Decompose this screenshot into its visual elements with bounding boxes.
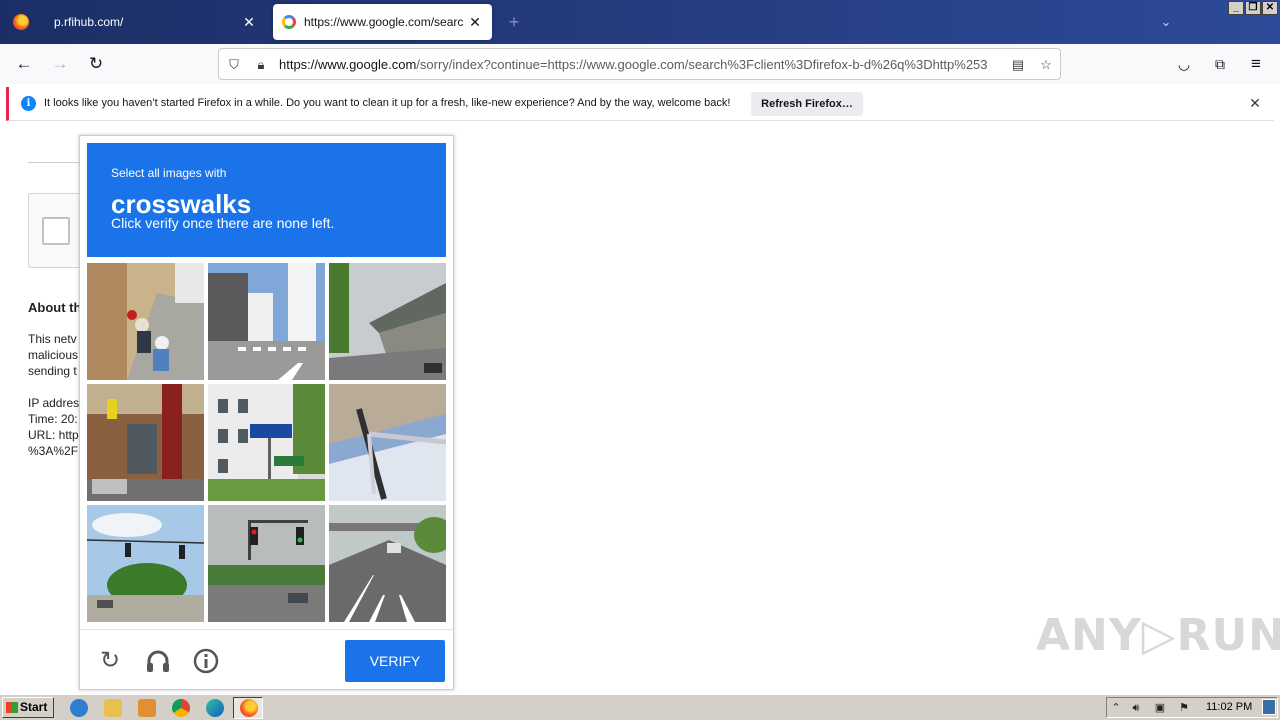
url-line-continued: %3A%2F bbox=[28, 444, 79, 458]
chrome-icon[interactable] bbox=[172, 699, 190, 717]
show-desktop-icon[interactable] bbox=[1262, 699, 1276, 715]
tab-title: https://www.google.com/search?client=fir… bbox=[304, 15, 464, 29]
image-tile-9[interactable] bbox=[329, 505, 446, 622]
list-all-tabs-icon[interactable]: ⌄ bbox=[1156, 12, 1176, 32]
instruction-subtext: Click verify once there are none left. bbox=[111, 215, 335, 231]
new-tab-icon[interactable]: + bbox=[505, 12, 523, 32]
verify-button[interactable]: VERIFY bbox=[345, 640, 445, 682]
refresh-firefox-button[interactable]: Refresh Firefox… bbox=[751, 92, 863, 116]
firefox-view-button[interactable] bbox=[0, 0, 42, 44]
image-tile-5[interactable] bbox=[208, 384, 325, 501]
edge-icon[interactable] bbox=[206, 699, 224, 717]
shield-icon[interactable]: ⛉ bbox=[225, 56, 243, 74]
folder-icon[interactable] bbox=[104, 699, 122, 717]
firefox-taskbar-button[interactable] bbox=[233, 697, 263, 719]
clock[interactable]: 11:02 PM bbox=[1206, 701, 1252, 713]
reader-view-icon[interactable]: ▤ bbox=[1009, 56, 1027, 74]
body-text-line: malicious bbox=[28, 348, 79, 362]
lock-icon[interactable]: 🔒︎ bbox=[252, 56, 270, 74]
challenge-footer: ↻ VERIFY bbox=[80, 629, 453, 689]
tab-strip: p.rfihub.com/ ✕ https://www.google.com/s… bbox=[0, 0, 1280, 44]
body-text-line: sending t bbox=[28, 364, 77, 378]
time-line: Time: 20: bbox=[28, 412, 78, 426]
image-tile-7[interactable] bbox=[87, 505, 204, 622]
internet-explorer-icon[interactable] bbox=[70, 699, 88, 717]
body-text-line: This netv bbox=[28, 332, 77, 346]
reload-icon[interactable]: ↻ bbox=[84, 52, 108, 76]
tab-close-icon[interactable]: ✕ bbox=[240, 13, 258, 31]
network-icon[interactable]: ▣ bbox=[1153, 701, 1167, 715]
start-button[interactable]: Start bbox=[2, 697, 54, 718]
media-player-icon[interactable] bbox=[138, 699, 156, 717]
refresh-firefox-notification: i It looks like you haven’t started Fire… bbox=[6, 87, 1274, 121]
image-tile-3[interactable] bbox=[329, 263, 446, 380]
firefox-icon bbox=[13, 14, 29, 30]
image-tile-6[interactable] bbox=[329, 384, 446, 501]
image-tile-2[interactable] bbox=[208, 263, 325, 380]
firefox-icon bbox=[240, 699, 258, 717]
taskbar: Start ⌃ 🔊︎ ▣ ⚑ 11:02 PM bbox=[0, 694, 1280, 720]
tab-close-icon[interactable]: ✕ bbox=[466, 13, 484, 31]
action-center-flag-icon[interactable]: ⚑ bbox=[1177, 701, 1191, 715]
ip-address-line: IP addres bbox=[28, 396, 80, 410]
challenge-header: Select all images with crosswalks Click … bbox=[87, 143, 446, 257]
system-tray: ⌃ 🔊︎ ▣ ⚑ 11:02 PM bbox=[1106, 697, 1278, 718]
windows-logo-icon bbox=[6, 702, 18, 713]
restore-button[interactable]: ❐ bbox=[1245, 1, 1261, 15]
menu-icon[interactable]: ≡ bbox=[1244, 52, 1268, 76]
close-icon[interactable]: ✕ bbox=[1246, 94, 1264, 112]
extensions-icon[interactable]: ⧉ bbox=[1208, 52, 1232, 76]
info-icon: i bbox=[21, 96, 36, 111]
back-arrow-icon[interactable]: ← bbox=[12, 52, 36, 76]
divider bbox=[28, 162, 80, 163]
bookmark-star-icon[interactable]: ☆ bbox=[1037, 56, 1055, 74]
url-text[interactable]: https://www.google.com/sorry/index?conti… bbox=[279, 56, 1007, 74]
forward-arrow-icon[interactable]: → bbox=[48, 52, 72, 76]
url-bar[interactable]: ⛉ 🔒︎ https://www.google.com/sorry/index?… bbox=[218, 48, 1061, 80]
info-circle-icon[interactable] bbox=[192, 647, 220, 675]
notification-message: It looks like you haven’t started Firefo… bbox=[44, 97, 731, 109]
close-window-button[interactable]: ✕ bbox=[1262, 1, 1278, 15]
start-label: Start bbox=[20, 700, 48, 714]
recaptcha-challenge: Select all images with crosswalks Click … bbox=[79, 135, 454, 690]
image-tile-8[interactable] bbox=[208, 505, 325, 622]
volume-icon[interactable]: 🔊︎ bbox=[1129, 701, 1143, 715]
anyrun-watermark-logo: ANY▷RUN bbox=[1036, 610, 1280, 661]
tab-title: p.rfihub.com/ bbox=[54, 15, 124, 29]
navigation-toolbar: ← → ↻ ⛉ 🔒︎ https://www.google.com/sorry/… bbox=[0, 44, 1280, 84]
audio-challenge-icon[interactable] bbox=[144, 647, 172, 675]
minimize-button[interactable]: _ bbox=[1228, 1, 1244, 15]
image-tile-1[interactable] bbox=[87, 263, 204, 380]
tab-google-search[interactable]: https://www.google.com/search?client=fir… bbox=[273, 4, 492, 40]
url-line: URL: http bbox=[28, 428, 79, 442]
instruction-text: Select all images with bbox=[111, 166, 227, 180]
pocket-icon[interactable]: ◡ bbox=[1172, 52, 1196, 76]
image-tile-4[interactable] bbox=[87, 384, 204, 501]
about-heading: About th bbox=[28, 300, 82, 315]
tab-rfihub[interactable]: p.rfihub.com/ ✕ bbox=[44, 4, 266, 40]
google-favicon-icon bbox=[282, 15, 296, 29]
show-hidden-icons-icon[interactable]: ⌃ bbox=[1109, 701, 1123, 715]
reload-challenge-icon[interactable]: ↻ bbox=[96, 647, 124, 675]
recaptcha-checkbox[interactable] bbox=[42, 217, 70, 245]
